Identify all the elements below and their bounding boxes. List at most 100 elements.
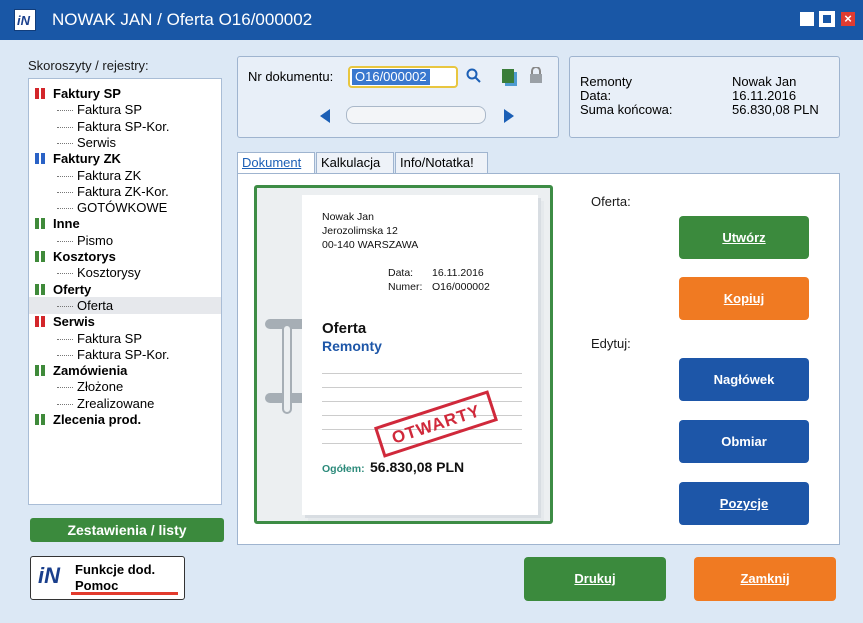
info-value-total: 56.830,08 PLN bbox=[732, 102, 819, 117]
tree-item-label: Faktura ZK bbox=[77, 167, 142, 183]
tree-item-label: Zrealizowane bbox=[77, 395, 155, 411]
tree-item-label: Faktura SP bbox=[77, 102, 143, 118]
minimize-button[interactable] bbox=[800, 12, 814, 26]
create-button[interactable]: Utwórz bbox=[679, 216, 809, 259]
tree-item[interactable]: Pismo bbox=[29, 232, 221, 249]
tree-group-label: Inne bbox=[53, 216, 80, 232]
document-tab-content: Nowak Jan Jerozolimska 12 00-140 WARSZAW… bbox=[237, 173, 840, 545]
tree-group-label: Zamówienia bbox=[53, 363, 128, 379]
accent-bar bbox=[71, 592, 178, 595]
tree-item[interactable]: Faktura ZK-Kor. bbox=[29, 183, 221, 200]
maximize-button[interactable] bbox=[819, 11, 835, 27]
header-button[interactable]: Nagłówek bbox=[679, 358, 809, 401]
document-number-label: Nr dokumentu: bbox=[248, 69, 334, 84]
tree-item[interactable]: Faktura ZK bbox=[29, 167, 221, 184]
client-street: Jerozolimska 12 bbox=[322, 225, 398, 237]
close-button[interactable]: Zamknij bbox=[694, 557, 836, 601]
tree-item[interactable]: Faktura SP bbox=[29, 101, 221, 118]
search-icon[interactable] bbox=[466, 67, 482, 85]
functions-help-button[interactable]: iN Funkcje dod. Pomoc bbox=[30, 556, 185, 600]
folder-icon bbox=[35, 414, 45, 425]
edit-label: Edytuj: bbox=[591, 336, 631, 351]
info-panel: Remonty Nowak Jan Data: 16.11.2016 Suma … bbox=[569, 56, 840, 138]
svg-text:iN: iN bbox=[17, 13, 31, 28]
tree-item[interactable]: GOTÓWKOWE bbox=[29, 199, 221, 216]
folder-icon bbox=[35, 218, 45, 230]
previous-document-button[interactable] bbox=[320, 109, 330, 123]
tree-item[interactable]: Faktura SP-Kor. bbox=[29, 118, 221, 135]
tree-group[interactable]: Faktury SP bbox=[29, 85, 221, 102]
sidebar-label: Skoroszyty / rejestry: bbox=[28, 58, 149, 73]
document-panel: Nr dokumentu: O16/000002 bbox=[237, 56, 559, 138]
tree-item[interactable]: Kosztorysy bbox=[29, 264, 221, 281]
preview-number-label: Numer: bbox=[388, 281, 423, 293]
tree-item-label: Faktura SP-Kor. bbox=[77, 346, 170, 362]
tree-group[interactable]: Serwis bbox=[29, 313, 221, 330]
tree-item-label: Kosztorysy bbox=[77, 265, 141, 281]
tree-item[interactable]: Faktura SP-Kor. bbox=[29, 346, 221, 363]
copy-button[interactable]: Kopiuj bbox=[679, 277, 809, 320]
tree-item[interactable]: Oferta bbox=[29, 296, 221, 314]
tab-dokument[interactable]: Dokument bbox=[237, 152, 315, 174]
folder-icon bbox=[35, 88, 45, 99]
tree-item-label: Serwis bbox=[77, 134, 117, 150]
info-value-client: Nowak Jan bbox=[732, 74, 797, 89]
preview-total-value: 56.830,08 PLN bbox=[370, 459, 465, 475]
tree-item[interactable]: Faktura SP bbox=[29, 330, 221, 347]
info-label-date: Data: bbox=[580, 88, 612, 103]
info-label-category: Remonty bbox=[580, 74, 633, 89]
tab-info-notatka[interactable]: Info/Notatka! bbox=[395, 152, 488, 173]
next-document-button[interactable] bbox=[504, 109, 514, 123]
app-logo-icon: iN bbox=[38, 563, 60, 588]
print-button[interactable]: Drukuj bbox=[524, 557, 666, 601]
info-label-total: Suma końcowa: bbox=[580, 102, 673, 117]
help-label: Pomoc bbox=[75, 578, 119, 593]
client-name: Nowak Jan bbox=[322, 211, 374, 223]
tree-group-label: Oferty bbox=[53, 281, 92, 297]
tree-item-label: GOTÓWKOWE bbox=[77, 200, 168, 216]
register-tree[interactable]: Faktury SP Faktura SP Faktura SP-Kor. Serwi… bbox=[28, 78, 222, 505]
tree-group-label: Faktury ZK bbox=[53, 151, 121, 167]
measure-button[interactable]: Obmiar bbox=[679, 420, 809, 463]
tree-item-label: Faktura SP-Kor. bbox=[77, 118, 170, 134]
tree-group[interactable]: Inne bbox=[29, 215, 221, 232]
preview-total-label: Ogółem: bbox=[322, 463, 365, 475]
offer-label: Oferta: bbox=[591, 194, 631, 209]
tree-group[interactable]: Zlecenia prod. bbox=[29, 411, 221, 428]
info-value-date: 16.11.2016 bbox=[732, 88, 797, 103]
reports-button[interactable]: Zestawienia / listy bbox=[30, 518, 224, 542]
tree-group[interactable]: Kosztorys bbox=[29, 248, 221, 265]
window-title: NOWAK JAN / Oferta O16/000002 bbox=[52, 10, 313, 29]
document-scrollbar[interactable] bbox=[346, 106, 486, 124]
folder-icon bbox=[35, 153, 45, 165]
preview-subtitle: Remonty bbox=[322, 338, 382, 354]
folder-icon bbox=[35, 251, 45, 262]
tree-item[interactable]: Serwis bbox=[29, 134, 221, 151]
positions-button[interactable]: Pozycje bbox=[679, 482, 809, 525]
tree-group[interactable]: Oferty bbox=[29, 281, 221, 298]
folder-icon bbox=[35, 316, 45, 328]
binder-clip bbox=[282, 324, 292, 414]
close-window-button[interactable]: × bbox=[841, 12, 855, 26]
tree-item-label: Faktura ZK-Kor. bbox=[77, 183, 169, 199]
tree-group[interactable]: Zamówienia bbox=[29, 362, 221, 379]
tree-item[interactable]: Złożone bbox=[29, 378, 221, 395]
tree-group-label: Faktury SP bbox=[53, 86, 121, 101]
tree-group[interactable]: Faktury ZK bbox=[29, 150, 221, 167]
client-city: 00-140 WARSZAWA bbox=[322, 239, 419, 251]
app-logo-icon: iN bbox=[14, 9, 36, 31]
document-number-input[interactable]: O16/000002 bbox=[348, 66, 458, 88]
tree-group-label: Kosztorys bbox=[53, 249, 116, 264]
functions-label: Funkcje dod. bbox=[75, 562, 156, 577]
preview-title: Oferta bbox=[322, 320, 367, 337]
lock-icon[interactable] bbox=[529, 67, 543, 83]
tree-item[interactable]: Zrealizowane bbox=[29, 395, 221, 412]
tree-group-label: Serwis bbox=[53, 314, 95, 330]
tab-kalkulacja[interactable]: Kalkulacja bbox=[316, 152, 394, 173]
document-preview[interactable]: Nowak Jan Jerozolimska 12 00-140 WARSZAW… bbox=[254, 185, 553, 524]
folder-icon bbox=[35, 283, 45, 295]
tree-item-label: Pismo bbox=[77, 232, 114, 248]
copy-icon[interactable] bbox=[502, 69, 514, 83]
tree-item-label: Faktura SP bbox=[77, 330, 143, 346]
preview-date-value: 16.11.2016 bbox=[432, 267, 484, 279]
